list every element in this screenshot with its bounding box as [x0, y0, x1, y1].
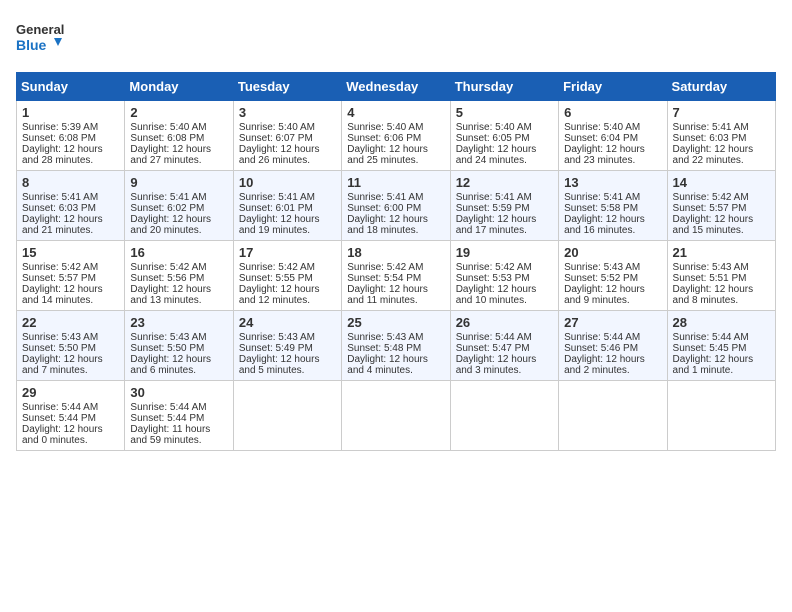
- table-row: 20Sunrise: 5:43 AMSunset: 5:52 PMDayligh…: [559, 241, 667, 311]
- table-row: 12Sunrise: 5:41 AMSunset: 5:59 PMDayligh…: [450, 171, 558, 241]
- col-wednesday: Wednesday: [342, 73, 450, 101]
- col-thursday: Thursday: [450, 73, 558, 101]
- table-row: 15Sunrise: 5:42 AMSunset: 5:57 PMDayligh…: [17, 241, 125, 311]
- calendar-row: 8Sunrise: 5:41 AMSunset: 6:03 PMDaylight…: [17, 171, 776, 241]
- svg-text:Blue: Blue: [16, 37, 47, 53]
- calendar-row: 29Sunrise: 5:44 AMSunset: 5:44 PMDayligh…: [17, 381, 776, 451]
- logo-svg: General Blue: [16, 16, 66, 60]
- table-row: 13Sunrise: 5:41 AMSunset: 5:58 PMDayligh…: [559, 171, 667, 241]
- table-row: 23Sunrise: 5:43 AMSunset: 5:50 PMDayligh…: [125, 311, 233, 381]
- table-row: 7Sunrise: 5:41 AMSunset: 6:03 PMDaylight…: [667, 101, 775, 171]
- table-row: 27Sunrise: 5:44 AMSunset: 5:46 PMDayligh…: [559, 311, 667, 381]
- table-row: [450, 381, 558, 451]
- table-row: 19Sunrise: 5:42 AMSunset: 5:53 PMDayligh…: [450, 241, 558, 311]
- table-row: 1Sunrise: 5:39 AMSunset: 6:08 PMDaylight…: [17, 101, 125, 171]
- col-monday: Monday: [125, 73, 233, 101]
- col-tuesday: Tuesday: [233, 73, 341, 101]
- table-row: 6Sunrise: 5:40 AMSunset: 6:04 PMDaylight…: [559, 101, 667, 171]
- col-friday: Friday: [559, 73, 667, 101]
- table-row: 22Sunrise: 5:43 AMSunset: 5:50 PMDayligh…: [17, 311, 125, 381]
- col-sunday: Sunday: [17, 73, 125, 101]
- table-row: 28Sunrise: 5:44 AMSunset: 5:45 PMDayligh…: [667, 311, 775, 381]
- table-row: 14Sunrise: 5:42 AMSunset: 5:57 PMDayligh…: [667, 171, 775, 241]
- table-row: 3Sunrise: 5:40 AMSunset: 6:07 PMDaylight…: [233, 101, 341, 171]
- page-header: General Blue: [16, 16, 776, 60]
- table-row: [667, 381, 775, 451]
- table-row: 8Sunrise: 5:41 AMSunset: 6:03 PMDaylight…: [17, 171, 125, 241]
- table-row: 26Sunrise: 5:44 AMSunset: 5:47 PMDayligh…: [450, 311, 558, 381]
- table-row: [342, 381, 450, 451]
- table-row: 21Sunrise: 5:43 AMSunset: 5:51 PMDayligh…: [667, 241, 775, 311]
- col-saturday: Saturday: [667, 73, 775, 101]
- table-row: 18Sunrise: 5:42 AMSunset: 5:54 PMDayligh…: [342, 241, 450, 311]
- header-row: Sunday Monday Tuesday Wednesday Thursday…: [17, 73, 776, 101]
- table-row: 24Sunrise: 5:43 AMSunset: 5:49 PMDayligh…: [233, 311, 341, 381]
- table-row: 17Sunrise: 5:42 AMSunset: 5:55 PMDayligh…: [233, 241, 341, 311]
- table-row: 9Sunrise: 5:41 AMSunset: 6:02 PMDaylight…: [125, 171, 233, 241]
- logo: General Blue: [16, 16, 66, 60]
- svg-text:General: General: [16, 22, 64, 37]
- table-row: 4Sunrise: 5:40 AMSunset: 6:06 PMDaylight…: [342, 101, 450, 171]
- table-row: 11Sunrise: 5:41 AMSunset: 6:00 PMDayligh…: [342, 171, 450, 241]
- calendar-row: 22Sunrise: 5:43 AMSunset: 5:50 PMDayligh…: [17, 311, 776, 381]
- table-row: 16Sunrise: 5:42 AMSunset: 5:56 PMDayligh…: [125, 241, 233, 311]
- table-row: 30Sunrise: 5:44 AMSunset: 5:44 PMDayligh…: [125, 381, 233, 451]
- table-row: [233, 381, 341, 451]
- table-row: 25Sunrise: 5:43 AMSunset: 5:48 PMDayligh…: [342, 311, 450, 381]
- table-row: 10Sunrise: 5:41 AMSunset: 6:01 PMDayligh…: [233, 171, 341, 241]
- table-row: [559, 381, 667, 451]
- table-row: 29Sunrise: 5:44 AMSunset: 5:44 PMDayligh…: [17, 381, 125, 451]
- calendar-table: Sunday Monday Tuesday Wednesday Thursday…: [16, 72, 776, 451]
- table-row: 2Sunrise: 5:40 AMSunset: 6:08 PMDaylight…: [125, 101, 233, 171]
- table-row: 5Sunrise: 5:40 AMSunset: 6:05 PMDaylight…: [450, 101, 558, 171]
- calendar-row: 15Sunrise: 5:42 AMSunset: 5:57 PMDayligh…: [17, 241, 776, 311]
- calendar-row: 1Sunrise: 5:39 AMSunset: 6:08 PMDaylight…: [17, 101, 776, 171]
